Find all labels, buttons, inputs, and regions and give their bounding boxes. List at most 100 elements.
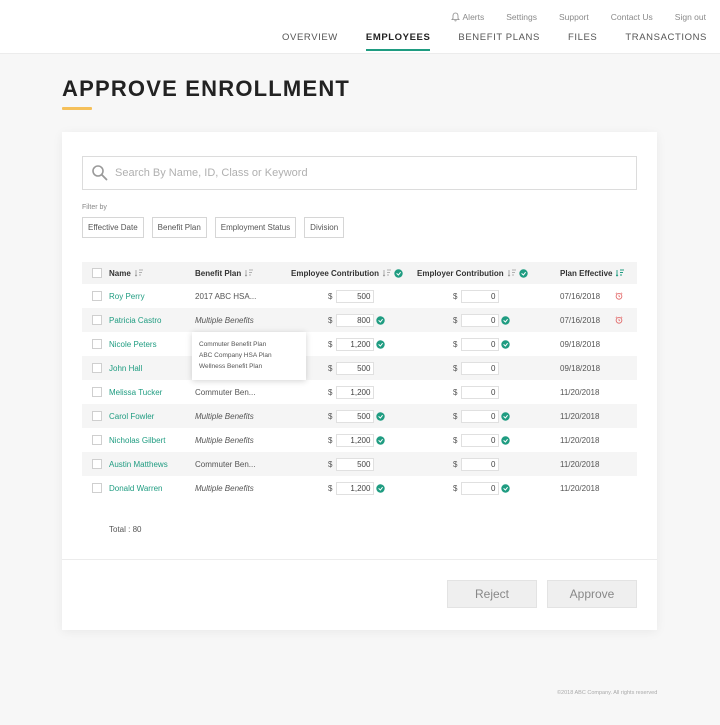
- check-circle-icon[interactable]: [501, 411, 511, 421]
- benefit-plan[interactable]: Multiple Benefits: [195, 476, 254, 500]
- employer-amount-input[interactable]: 0: [461, 385, 500, 399]
- employee-amount-input[interactable]: 500: [336, 409, 375, 423]
- employee-name-link[interactable]: Nicholas Gilbert: [109, 428, 165, 452]
- row-checkbox[interactable]: [92, 435, 102, 445]
- approve-button[interactable]: Approve: [547, 580, 637, 608]
- employer-contribution: $0: [453, 428, 511, 452]
- tab-overview[interactable]: OVERVIEW: [282, 32, 338, 51]
- select-all-checkbox[interactable]: [92, 268, 102, 278]
- check-circle-icon[interactable]: [376, 483, 386, 493]
- check-circle-icon[interactable]: [518, 268, 528, 278]
- benefit-plan[interactable]: 2017 ABC HSA...: [195, 284, 256, 308]
- employee-name-link[interactable]: Patricia Castro: [109, 308, 161, 332]
- employee-amount-input[interactable]: 1,200: [336, 481, 375, 495]
- row-checkbox[interactable]: [92, 411, 102, 421]
- header-name[interactable]: Name: [109, 262, 144, 284]
- employer-amount-input[interactable]: 0: [461, 457, 500, 471]
- table-row[interactable]: Melissa Tucker Commuter Ben... $1,200 $0…: [82, 380, 637, 404]
- filter-benefit-plan[interactable]: Benefit Plan: [151, 217, 207, 238]
- row-checkbox[interactable]: [92, 339, 102, 349]
- check-circle-icon[interactable]: [501, 483, 511, 493]
- employee-amount-input[interactable]: 1,200: [336, 337, 375, 351]
- tab-benefit-plans[interactable]: BENEFIT PLANS: [458, 32, 540, 51]
- employee-name-link[interactable]: Carol Fowler: [109, 404, 154, 428]
- signout-link[interactable]: Sign out: [675, 12, 706, 22]
- table-row[interactable]: John Hall $500 $0 09/18/2018: [82, 356, 637, 380]
- check-circle-icon[interactable]: [501, 435, 511, 445]
- filter-employment-status[interactable]: Employment Status: [214, 217, 297, 238]
- row-checkbox[interactable]: [92, 459, 102, 469]
- check-circle-icon[interactable]: [394, 268, 403, 278]
- tab-transactions[interactable]: TRANSACTIONS: [625, 32, 707, 51]
- check-circle-icon[interactable]: [501, 315, 511, 325]
- row-checkbox[interactable]: [92, 363, 102, 373]
- employer-amount-input[interactable]: 0: [461, 433, 500, 447]
- reject-button[interactable]: Reject: [447, 580, 537, 608]
- employer-amount-input[interactable]: 0: [461, 313, 500, 327]
- benefit-plan[interactable]: Commuter Ben...: [195, 380, 255, 404]
- filter-effective-date[interactable]: Effective Date: [82, 217, 144, 238]
- row-checkbox[interactable]: [92, 387, 102, 397]
- employer-amount-input[interactable]: 0: [461, 361, 500, 375]
- header-plan[interactable]: Benefit Plan: [195, 262, 254, 284]
- table-row[interactable]: Nicholas Gilbert Multiple Benefits $1,20…: [82, 428, 637, 452]
- currency-symbol: $: [328, 387, 333, 397]
- settings-link[interactable]: Settings: [506, 12, 537, 22]
- employer-amount-input[interactable]: 0: [461, 337, 500, 351]
- employer-amount-input[interactable]: 0: [461, 481, 500, 495]
- employee-amount-input[interactable]: 1,200: [336, 433, 375, 447]
- benefit-plan[interactable]: Multiple Benefits: [195, 428, 254, 452]
- employee-amount-input[interactable]: 500: [336, 361, 375, 375]
- header-effective-label: Plan Effective: [560, 268, 613, 278]
- employee-amount-input[interactable]: 500: [336, 457, 375, 471]
- employee-name-link[interactable]: Donald Warren: [109, 476, 163, 500]
- check-circle-icon[interactable]: [376, 315, 386, 325]
- table-row[interactable]: Nicole Peters $1,200 $0 09/18/2018: [82, 332, 637, 356]
- employee-name-link[interactable]: John Hall: [109, 356, 142, 380]
- table-row[interactable]: Patricia Castro Multiple Benefits $800 $…: [82, 308, 637, 332]
- employee-amount-input[interactable]: 500: [336, 289, 375, 303]
- row-checkbox[interactable]: [92, 315, 102, 325]
- table-header: Name Benefit Plan Employee Contribution …: [82, 262, 637, 284]
- table-row[interactable]: Roy Perry 2017 ABC HSA... $500 $0 07/16/…: [82, 284, 637, 308]
- search-input[interactable]: [115, 167, 595, 179]
- employee-name-link[interactable]: Roy Perry: [109, 284, 145, 308]
- search-box[interactable]: [82, 156, 637, 190]
- filter-division[interactable]: Division: [304, 217, 345, 238]
- check-circle-icon[interactable]: [501, 339, 511, 349]
- table-row[interactable]: Austin Matthews Commuter Ben... $500 $0 …: [82, 452, 637, 476]
- employee-name-link[interactable]: Nicole Peters: [109, 332, 157, 356]
- table-row[interactable]: Donald Warren Multiple Benefits $1,200 $…: [82, 476, 637, 500]
- benefit-plan[interactable]: Multiple Benefits: [195, 308, 254, 332]
- currency-symbol: $: [453, 387, 458, 397]
- alarm-clock-icon[interactable]: [615, 284, 623, 308]
- sort-icon: [245, 269, 254, 277]
- check-circle-icon[interactable]: [376, 339, 386, 349]
- employer-amount-input[interactable]: 0: [461, 409, 500, 423]
- row-checkbox[interactable]: [92, 291, 102, 301]
- header-plan-effective[interactable]: Plan Effective: [560, 262, 625, 284]
- employee-amount-input[interactable]: 800: [336, 313, 375, 327]
- benefit-plan[interactable]: Multiple Benefits: [195, 404, 254, 428]
- row-checkbox[interactable]: [92, 483, 102, 493]
- employee-name-link[interactable]: Austin Matthews: [109, 452, 168, 476]
- employer-amount-input[interactable]: 0: [461, 289, 500, 303]
- contact-link[interactable]: Contact Us: [611, 12, 653, 22]
- tab-files[interactable]: FILES: [568, 32, 597, 51]
- alerts-link[interactable]: Alerts: [450, 12, 484, 22]
- table-row[interactable]: Carol Fowler Multiple Benefits $500 $0 1…: [82, 404, 637, 428]
- check-circle-icon[interactable]: [376, 411, 386, 421]
- benefit-plan[interactable]: Commuter Ben...: [195, 452, 255, 476]
- employee-contribution: $1,200: [328, 476, 386, 500]
- alarm-clock-icon[interactable]: [615, 308, 623, 332]
- tab-employees[interactable]: EMPLOYEES: [365, 32, 431, 51]
- header-employer-contribution[interactable]: Employer Contribution: [417, 262, 528, 284]
- search-icon: [92, 165, 108, 181]
- currency-symbol: $: [453, 339, 458, 349]
- plan-effective-date: 11/20/2018: [560, 459, 600, 469]
- check-circle-icon[interactable]: [376, 435, 386, 445]
- support-link[interactable]: Support: [559, 12, 589, 22]
- employee-name-link[interactable]: Melissa Tucker: [109, 380, 162, 404]
- header-employee-contribution[interactable]: Employee Contribution: [291, 262, 403, 284]
- employee-amount-input[interactable]: 1,200: [336, 385, 375, 399]
